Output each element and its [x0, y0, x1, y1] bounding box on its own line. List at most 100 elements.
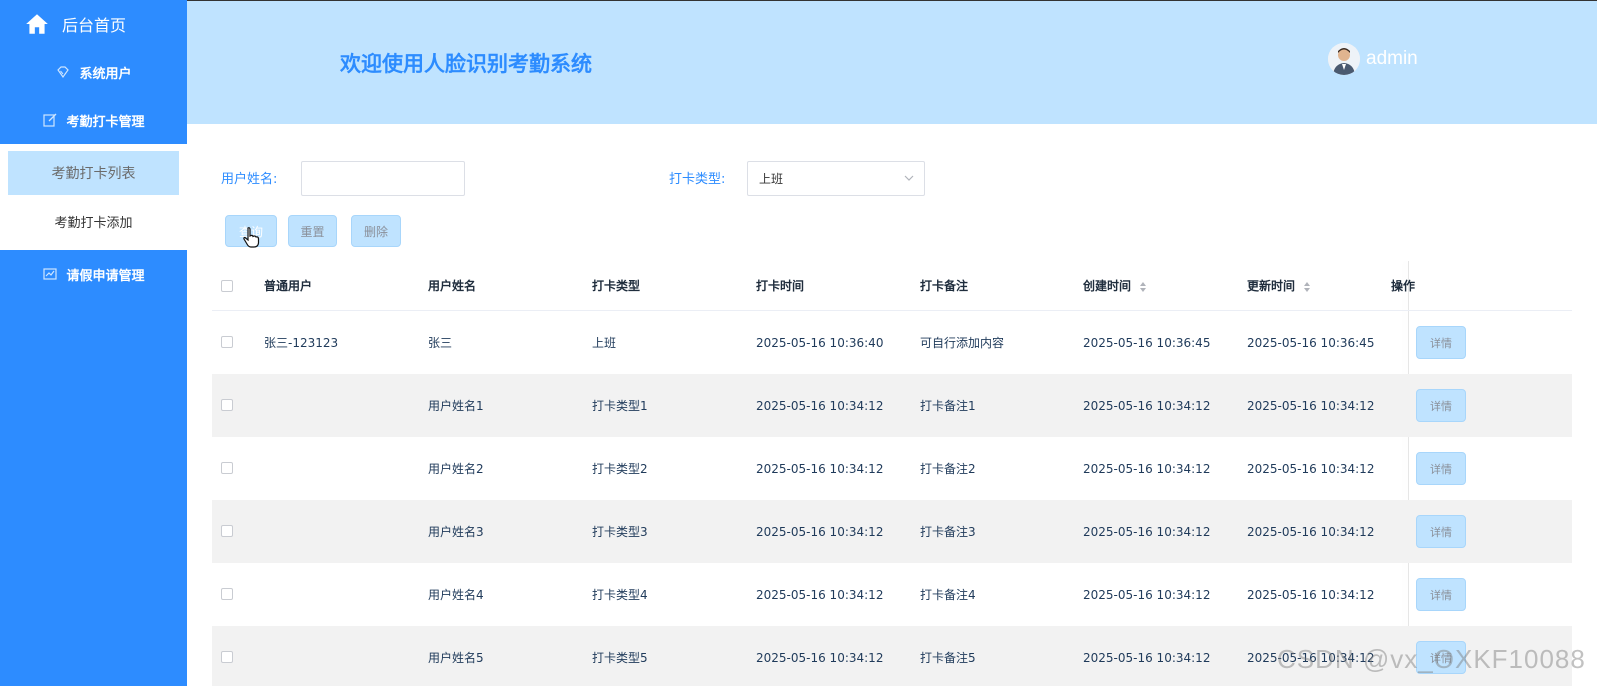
table-row: 用户姓名3 打卡类型3 2025-05-16 10:34:12 打卡备注3 2025-0…	[212, 500, 1572, 563]
row-checkbox[interactable]	[221, 651, 233, 663]
row-checkbox[interactable]	[221, 336, 233, 348]
sidebar-item-leave[interactable]: 请假申请管理	[0, 250, 187, 298]
column-header-sortable[interactable]: 更新时间	[1247, 277, 1311, 294]
sidebar: 后台首页 系统用户 考勤打卡管理 考勤打卡列表 考勤打卡添加 请假申请管理	[0, 0, 187, 686]
table-cell: 打卡备注3	[920, 525, 976, 539]
table-cell: 2025-05-16 10:34:12	[756, 398, 884, 413]
sidebar-item-label: 考勤打卡管理	[66, 114, 145, 130]
type-filter-select[interactable]: 上班	[747, 161, 925, 196]
table-row: 用户姓名2 打卡类型2 2025-05-16 10:34:12 打卡备注2 2025-0…	[212, 437, 1572, 500]
chevron-down-icon	[904, 175, 914, 181]
pointer-cursor-icon	[243, 227, 260, 248]
submenu-item-label: 考勤打卡添加	[54, 215, 133, 231]
table-cell: 2025-05-16 10:34:12	[1083, 587, 1211, 602]
table-cell: 用户姓名4	[428, 588, 484, 602]
reset-button-label: 重置	[300, 224, 325, 239]
submenu-item-attendance-add[interactable]: 考勤打卡添加	[8, 199, 179, 243]
sidebar-item-system-users[interactable]: 系统用户	[0, 48, 187, 96]
column-header: 普通用户	[264, 279, 313, 293]
table-cell: 2025-05-16 10:36:40	[756, 335, 884, 350]
page-title: 欢迎使用人脸识别考勤系统	[340, 52, 592, 76]
attendance-submenu: 考勤打卡列表 考勤打卡添加	[0, 144, 187, 250]
column-header: 打卡时间	[756, 279, 805, 293]
table-row: 用户姓名4 打卡类型4 2025-05-16 10:34:12 打卡备注4 2025-0…	[212, 563, 1572, 626]
detail-button[interactable]: 详情	[1416, 452, 1466, 485]
home-icon	[26, 14, 48, 34]
row-checkbox[interactable]	[221, 462, 233, 474]
table-cell: 2025-05-16 10:34:12	[1247, 398, 1375, 413]
attendance-table: 普通用户 用户姓名 打卡类型 打卡时间 打卡备注 创建时间 更新时间 操作 张三…	[212, 261, 1572, 686]
table-row: 用户姓名1 打卡类型1 2025-05-16 10:34:12 打卡备注1 2025-0…	[212, 374, 1572, 437]
table-cell: 打卡备注1	[920, 399, 976, 413]
table-cell: 打卡类型3	[592, 525, 648, 539]
column-header: 用户姓名	[428, 279, 477, 293]
chart-icon	[43, 268, 58, 280]
column-header: 打卡类型	[592, 279, 641, 293]
detail-button[interactable]: 详情	[1416, 515, 1466, 548]
table-cell: 用户姓名5	[428, 651, 484, 665]
table-cell: 可自行添加内容	[920, 336, 1005, 350]
table-cell: 打卡类型2	[592, 462, 648, 476]
delete-button[interactable]: 删除	[351, 215, 401, 247]
table-cell: 打卡备注4	[920, 588, 976, 602]
diamond-icon	[57, 66, 70, 79]
detail-button[interactable]: 详情	[1416, 389, 1466, 422]
table-header: 普通用户 用户姓名 打卡类型 打卡时间 打卡备注 创建时间 更新时间 操作	[212, 261, 1572, 311]
sidebar-item-label: 请假申请管理	[66, 268, 145, 284]
sidebar-home-label: 后台首页	[62, 16, 127, 35]
table-cell: 打卡类型4	[592, 588, 648, 602]
type-filter-value: 上班	[759, 172, 784, 186]
sort-icon	[1304, 281, 1311, 292]
select-all-checkbox[interactable]	[221, 280, 233, 292]
table-cell: 打卡备注2	[920, 462, 976, 476]
table-cell: 2025-05-16 10:34:12	[756, 650, 884, 665]
user-menu[interactable]: admin	[1328, 43, 1418, 75]
top-header: 欢迎使用人脸识别考勤系统 admin	[187, 0, 1597, 124]
table-cell: 张三	[428, 336, 453, 350]
sidebar-home-link[interactable]: 后台首页	[0, 0, 187, 48]
sidebar-item-attendance[interactable]: 考勤打卡管理	[0, 96, 187, 144]
main-content: 用户姓名: 打卡类型: 上班 查询 重置 删除 普通用户 用户姓名 打卡类型 打…	[187, 124, 1597, 686]
avatar	[1328, 43, 1360, 75]
table-cell: 2025-05-16 10:34:12	[1083, 461, 1211, 476]
table-cell: 2025-05-16 10:34:12	[1247, 461, 1375, 476]
table-cell: 打卡类型5	[592, 651, 648, 665]
submenu-item-label: 考勤打卡列表	[51, 166, 136, 182]
type-filter-label: 打卡类型:	[669, 172, 726, 187]
sidebar-item-label: 系统用户	[79, 66, 132, 82]
column-header-sortable[interactable]: 创建时间	[1083, 277, 1147, 294]
column-header: 打卡备注	[920, 279, 969, 293]
table-cell: 用户姓名2	[428, 462, 484, 476]
table-cell: 2025-05-16 10:36:45	[1083, 335, 1211, 350]
table-cell: 张三-123123	[264, 336, 339, 350]
row-checkbox[interactable]	[221, 525, 233, 537]
table-row: 张三-123123 张三 上班 2025-05-16 10:36:40 可自行添加内容 2…	[212, 311, 1572, 374]
reset-button[interactable]: 重置	[288, 215, 337, 247]
row-checkbox[interactable]	[221, 399, 233, 411]
name-filter-label: 用户姓名:	[221, 172, 278, 187]
table-cell: 用户姓名3	[428, 525, 484, 539]
name-filter-input[interactable]	[301, 161, 465, 196]
table-cell: 2025-05-16 10:34:12	[1247, 587, 1375, 602]
column-header-label: 更新时间	[1247, 279, 1296, 293]
table-cell: 上班	[592, 336, 617, 350]
column-header-label: 创建时间	[1083, 279, 1132, 293]
table-cell: 2025-05-16 10:34:12	[756, 461, 884, 476]
edit-icon	[43, 113, 57, 127]
table-cell: 2025-05-16 10:34:12	[1083, 650, 1211, 665]
detail-button[interactable]: 详情	[1416, 326, 1466, 359]
table-body: 张三-123123 张三 上班 2025-05-16 10:36:40 可自行添加内容 2…	[212, 311, 1572, 686]
sort-icon	[1140, 281, 1147, 292]
user-avatar-icon	[1328, 43, 1360, 75]
delete-button-label: 删除	[363, 224, 388, 239]
table-cell: 用户姓名1	[428, 399, 484, 413]
table-cell: 2025-05-16 10:34:12	[1083, 398, 1211, 413]
detail-button[interactable]: 详情	[1416, 578, 1466, 611]
column-header: 操作	[1391, 279, 1416, 293]
table-cell: 打卡类型1	[592, 399, 648, 413]
table-cell: 2025-05-16 10:36:45	[1247, 335, 1375, 350]
table-cell: 2025-05-16 10:34:12	[756, 587, 884, 602]
table-cell: 2025-05-16 10:34:12	[756, 524, 884, 539]
submenu-item-attendance-list[interactable]: 考勤打卡列表	[8, 151, 179, 195]
row-checkbox[interactable]	[221, 588, 233, 600]
